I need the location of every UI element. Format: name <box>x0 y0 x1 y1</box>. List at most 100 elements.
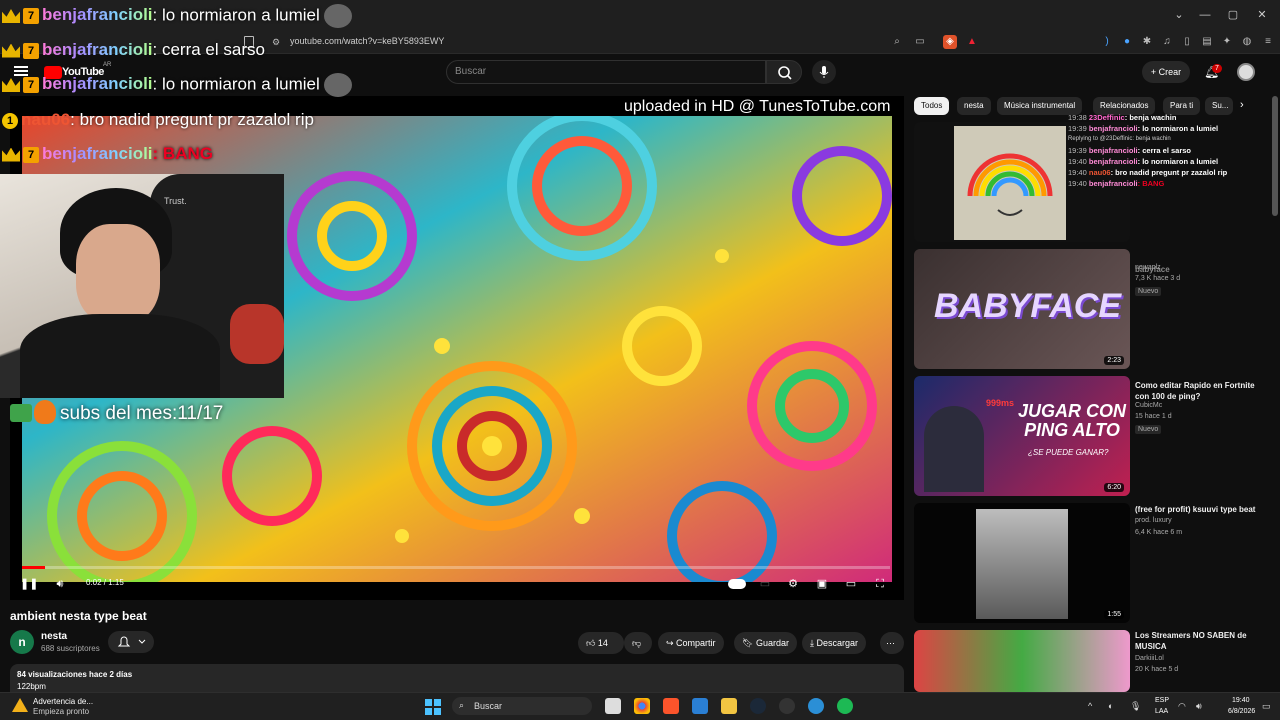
emote-icon <box>323 4 352 28</box>
miniplayer-icon[interactable]: ▣ <box>814 576 830 592</box>
more-actions-button[interactable]: ⋯ <box>880 632 904 654</box>
volume-icon[interactable]: 🔊︎ <box>52 576 68 592</box>
chat-message: : BANG <box>152 144 213 163</box>
spotify-icon[interactable] <box>837 698 853 714</box>
related-video-thumbnail[interactable] <box>914 630 1130 692</box>
weather-widget-title[interactable]: Advertencia de... <box>33 697 93 706</box>
related-video-title[interactable]: (free for profit) ksuuvi type beat <box>1135 504 1265 515</box>
windows-start-icon[interactable] <box>425 699 441 715</box>
steam-icon[interactable] <box>750 698 766 714</box>
keyboard-layout-indicator[interactable]: LAA <box>1155 708 1168 715</box>
vpn-icon[interactable]: ◍ <box>1240 35 1254 49</box>
sub-badge-icon: 7 <box>23 146 39 163</box>
search-input[interactable]: Buscar <box>455 66 486 77</box>
chat-username: benjafrancioli <box>1088 157 1138 166</box>
side-chat-line: 19:40 benjafrancioli: BANG <box>1068 178 1268 189</box>
extension-blue-icon[interactable]: ● <box>1120 35 1134 49</box>
clock-time[interactable]: 19:40 <box>1232 697 1250 704</box>
close-window-button[interactable]: ✕ <box>1255 8 1269 22</box>
subscription-bell-button[interactable] <box>108 631 154 653</box>
bell-icon <box>117 636 146 647</box>
extensions-icon[interactable]: ✱ <box>1140 35 1154 49</box>
subtitles-icon[interactable]: ▭ <box>757 576 773 592</box>
save-button[interactable]: 🔖︎ Guardar <box>734 632 797 654</box>
related-video-channel[interactable]: newaplz <box>1135 264 1161 271</box>
minimize-button[interactable]: — <box>1198 8 1212 22</box>
search-box[interactable] <box>446 60 766 84</box>
chips-next-chevron-icon[interactable]: › <box>1240 99 1244 111</box>
tab-list-chevron-icon[interactable]: ⌄ <box>1172 8 1186 22</box>
video-duration: 1:55 <box>1104 610 1124 619</box>
brave-shield-icon[interactable]: ◈ <box>943 35 957 49</box>
brave-icon[interactable] <box>663 698 679 714</box>
notification-center-icon[interactable]: ▭ <box>1262 701 1271 712</box>
chip-nesta[interactable]: nesta <box>957 97 991 115</box>
store-icon[interactable] <box>692 698 708 714</box>
speech-icon[interactable]: ) <box>1100 35 1114 49</box>
related-video-channel[interactable]: prod. luxury <box>1135 517 1172 524</box>
cast-icon[interactable]: ▭ <box>913 35 927 49</box>
fox-icon <box>34 400 56 424</box>
mic-tray-icon[interactable]: 🎙︎ <box>1130 701 1141 712</box>
tray-chevron-icon[interactable]: ^ <box>1088 701 1092 711</box>
chat-text: : benja wachin <box>1124 113 1177 122</box>
url-field[interactable]: youtube.com/watch?v=keBY5893EWY <box>290 36 444 46</box>
menu-icon[interactable]: ≡ <box>1261 35 1275 49</box>
taskbar-search[interactable] <box>452 697 592 715</box>
progress-bar[interactable] <box>22 566 890 569</box>
related-video-title[interactable]: Los Streamers NO SABEN de MUSICA <box>1135 630 1265 652</box>
thumbnail-text: JUGAR CON PING ALTO <box>1018 401 1127 440</box>
theater-mode-icon[interactable]: ▭ <box>843 576 859 592</box>
save-label: Guardar <box>755 638 789 648</box>
search-button[interactable] <box>766 60 802 84</box>
dislike-button[interactable]: 👎︎ <box>624 632 652 654</box>
chat-text: : bro nadid pregunt pr zazalol rip <box>1110 168 1228 177</box>
volume-tray-icon[interactable]: 🔊︎ <box>1196 701 1202 712</box>
rainbow-thumbnail-art <box>954 126 1066 240</box>
related-video-meta: 15 hace 1 d <box>1135 413 1172 420</box>
chip-todos[interactable]: Todos <box>914 97 950 115</box>
create-button[interactable]: + Crear <box>1142 61 1190 83</box>
chrome-icon[interactable] <box>634 698 650 714</box>
settings-gear-icon[interactable]: ⚙ <box>785 576 801 592</box>
chat-message: : cerra el sarso <box>152 40 265 59</box>
rewards-icon[interactable]: ▲ <box>965 35 979 49</box>
autoplay-toggle[interactable] <box>728 579 746 589</box>
channel-avatar[interactable]: n <box>10 630 34 654</box>
maximize-button[interactable]: ▢ <box>1226 8 1240 22</box>
related-video-title[interactable]: Como editar Rapido en Fortnite con 100 d… <box>1135 380 1265 402</box>
streamer-shirt <box>20 314 220 398</box>
related-video-thumbnail[interactable]: 999ms JUGAR CON PING ALTO ¿SE PUEDE GANA… <box>914 376 1130 496</box>
related-video-channel[interactable]: CubicMc <box>1135 402 1162 409</box>
like-button[interactable]: 👍︎ 14 <box>578 632 624 654</box>
network-icon[interactable]: ◠ <box>1178 701 1186 712</box>
channel-name[interactable]: nesta <box>41 631 67 642</box>
download-button[interactable]: ⤓ Descargar <box>802 632 866 654</box>
site-settings-icon[interactable]: ⚙ <box>272 37 282 47</box>
app-c-icon[interactable] <box>808 698 824 714</box>
obs-icon[interactable] <box>779 698 795 714</box>
language-indicator[interactable]: ESP <box>1155 697 1169 704</box>
zoom-icon[interactable]: ⌕ <box>890 35 904 49</box>
share-button[interactable]: ↪ Compartir <box>658 632 724 654</box>
overlay-chat-line: 7 benjafrancioli: lo normiaron a lumiel <box>2 73 352 97</box>
related-video-channel[interactable]: DarkiiiLol <box>1135 655 1164 662</box>
leo-icon[interactable]: ✦ <box>1220 35 1234 49</box>
task-view-icon[interactable] <box>605 698 621 714</box>
related-video-thumbnail[interactable]: 1:55 <box>914 503 1130 623</box>
music-icon[interactable]: ♫ <box>1160 35 1174 49</box>
chat-time: 19:39 <box>1068 146 1087 155</box>
chat-text: : lo normiaron a lumiel <box>1137 157 1219 166</box>
discord-tray-icon[interactable]: ◐ <box>1108 701 1113 711</box>
page-scrollbar[interactable] <box>1272 96 1278 216</box>
fullscreen-icon[interactable]: ⛶ <box>872 576 888 592</box>
account-avatar[interactable] <box>1237 63 1255 81</box>
file-explorer-icon[interactable] <box>721 698 737 714</box>
pause-icon[interactable]: ❚❚ <box>20 576 38 592</box>
clock-date[interactable]: 6/8/2026 <box>1228 708 1255 715</box>
wallet-icon[interactable]: ▤ <box>1200 35 1214 49</box>
voice-search-button[interactable] <box>812 60 836 84</box>
chat-time: 19:40 <box>1068 157 1087 166</box>
sidebar-toggle-icon[interactable]: ▯ <box>1180 35 1194 49</box>
related-video-thumbnail[interactable]: BABYFACE 2:23 <box>914 249 1130 369</box>
